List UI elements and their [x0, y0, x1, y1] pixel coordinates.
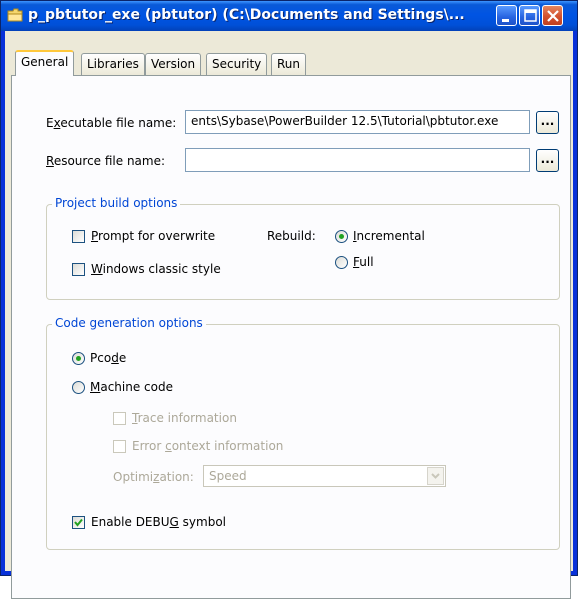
- trace-information-label: Trace information: [132, 411, 237, 425]
- error-context-label: Error context information: [132, 439, 284, 453]
- machine-code-label: Machine code: [90, 380, 173, 394]
- radio-selected-dot: [339, 234, 344, 239]
- tab-security[interactable]: Security: [206, 53, 268, 75]
- enable-debug-checkbox[interactable]: [72, 516, 85, 529]
- radio-selected-dot: [76, 356, 81, 361]
- full-label: Full: [353, 255, 374, 269]
- optimization-label: Optimization:: [113, 470, 194, 484]
- optimization-select[interactable]: Speed: [203, 465, 446, 487]
- trace-information-checkbox[interactable]: [113, 412, 126, 425]
- maximize-button[interactable]: [519, 5, 540, 26]
- tab-general[interactable]: General: [15, 50, 75, 76]
- windows-classic-label: Windows classic style: [91, 262, 221, 276]
- machine-code-radio[interactable]: [72, 381, 85, 394]
- tab-libraries[interactable]: Libraries: [81, 53, 145, 75]
- resource-browse-button[interactable]: ...: [536, 149, 559, 172]
- close-button[interactable]: [542, 5, 563, 26]
- minimize-icon: [502, 19, 509, 22]
- resource-file-label: Resource file name:: [46, 154, 166, 168]
- chevron-down-icon: [427, 467, 444, 485]
- executable-file-input[interactable]: ents\Sybase\PowerBuilder 12.5\Tutorial\p…: [185, 110, 530, 134]
- prompt-overwrite-label: Prompt for overwrite: [91, 229, 216, 243]
- pcode-radio[interactable]: [72, 352, 85, 365]
- prompt-overwrite-checkbox[interactable]: [72, 230, 85, 243]
- tab-version[interactable]: Version: [145, 53, 202, 75]
- minimize-button[interactable]: [496, 5, 517, 26]
- full-radio[interactable]: [335, 256, 348, 269]
- dialog-client: General Libraries Version Security Run E…: [5, 31, 573, 599]
- executable-browse-button[interactable]: ...: [536, 111, 559, 134]
- folder-icon: [7, 8, 23, 22]
- incremental-radio[interactable]: [335, 230, 348, 243]
- optimization-value: Speed: [209, 469, 247, 483]
- tab-panel-general: Executable file name: ents\Sybase\PowerB…: [11, 75, 571, 599]
- code-generation-legend: Code generation options: [52, 316, 206, 330]
- resource-file-input[interactable]: [185, 148, 530, 172]
- title-bar[interactable]: p_pbtutor_exe (pbtutor) (C:\Documents an…: [1, 1, 577, 31]
- dialog-window: p_pbtutor_exe (pbtutor) (C:\Documents an…: [0, 0, 578, 599]
- incremental-label: Incremental: [353, 229, 425, 243]
- windows-classic-checkbox[interactable]: [72, 263, 85, 276]
- enable-debug-label: Enable DEBUG symbol: [91, 515, 226, 529]
- code-generation-options-group: Code generation options Pcode Machine co…: [46, 316, 560, 550]
- project-build-legend: Project build options: [52, 196, 181, 210]
- rebuild-label: Rebuild:: [267, 229, 316, 243]
- close-icon: [547, 10, 559, 22]
- pcode-label: Pcode: [90, 351, 127, 365]
- tab-run[interactable]: Run: [271, 53, 307, 75]
- error-context-checkbox[interactable]: [113, 440, 126, 453]
- window-title: p_pbtutor_exe (pbtutor) (C:\Documents an…: [28, 7, 465, 23]
- checkmark-icon: [74, 518, 83, 527]
- executable-file-label: Executable file name:: [46, 116, 177, 130]
- maximize-icon: [524, 9, 537, 22]
- project-build-options-group: Project build options Prompt for overwri…: [46, 196, 560, 300]
